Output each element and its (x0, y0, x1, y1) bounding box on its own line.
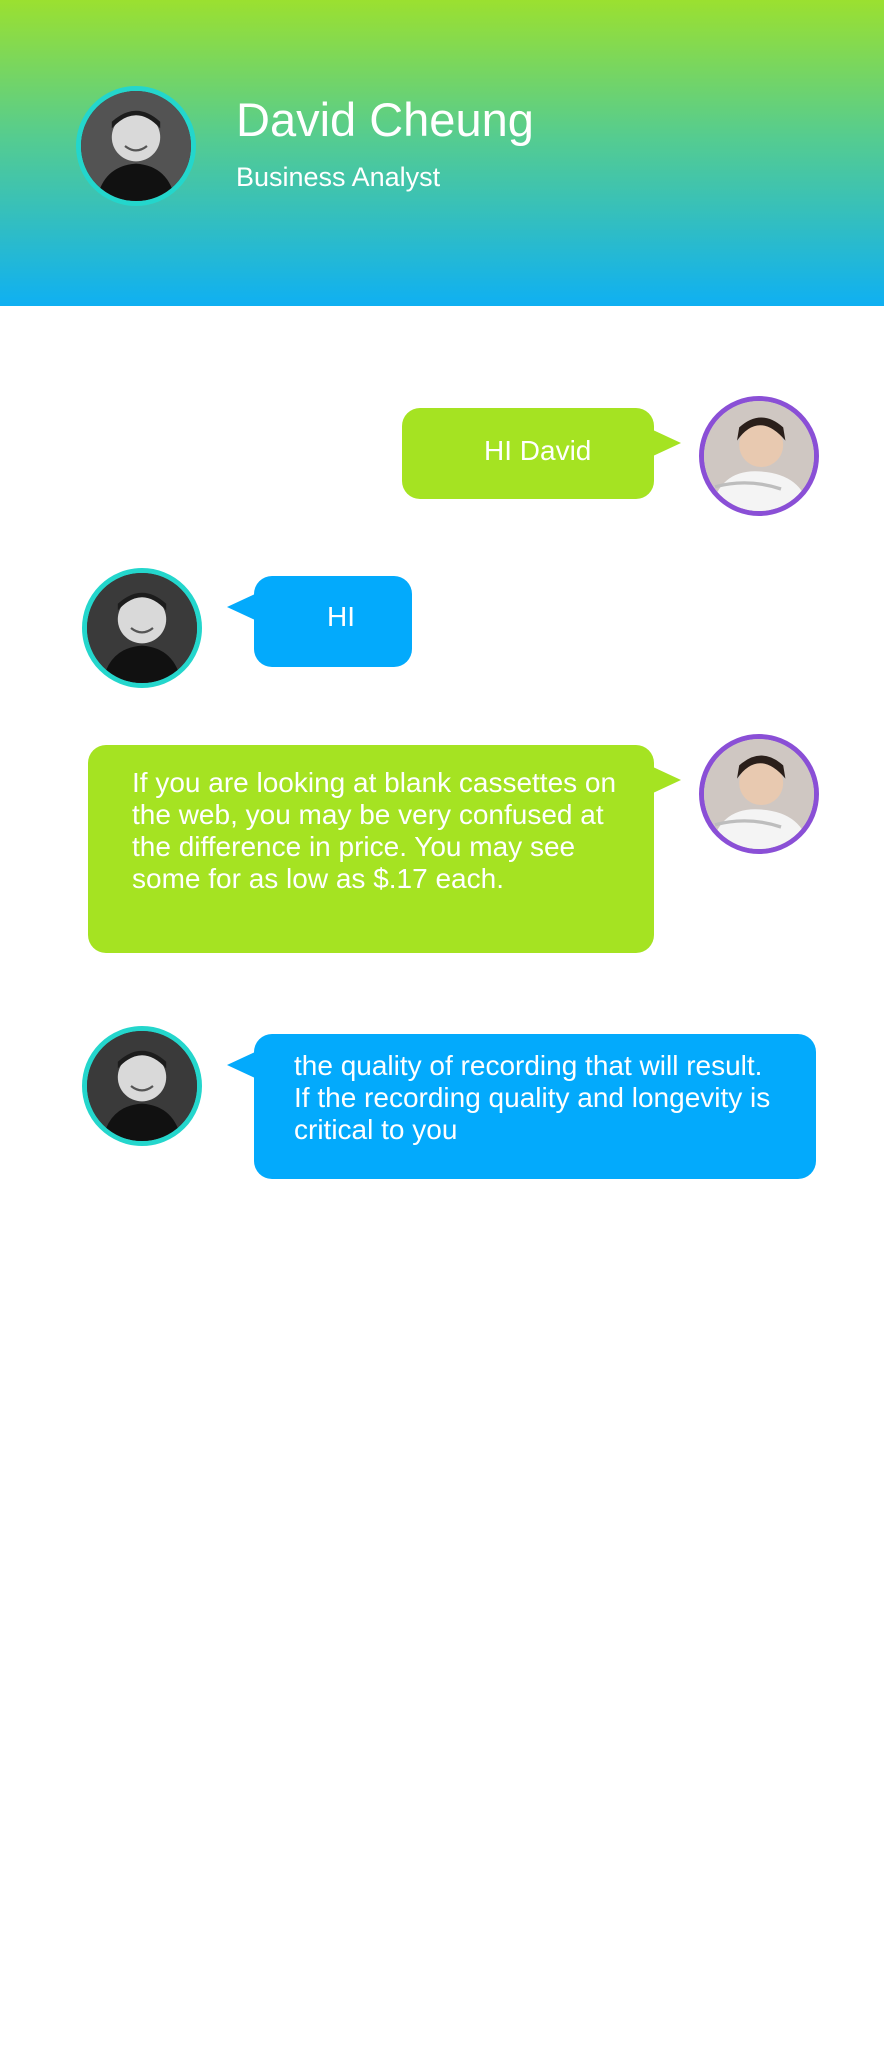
outgoing-message-bubble[interactable]: HI David (402, 408, 681, 499)
person-photo-icon (87, 1031, 197, 1141)
message-text: HI David (484, 435, 592, 466)
chat-header: David Cheung Business Analyst (0, 0, 884, 306)
outgoing-message-bubble[interactable]: If you are looking at blank cassettes on… (88, 745, 681, 953)
incoming-message-bubble[interactable]: the quality of recording that will resul… (227, 1034, 816, 1179)
user-avatar[interactable] (699, 734, 819, 854)
contact-title: Business Analyst (236, 162, 441, 192)
person-photo-icon (87, 573, 197, 683)
message-text: the quality of recording that will resul… (294, 1050, 771, 1145)
person-photo-icon (81, 91, 191, 201)
user-avatar[interactable] (699, 396, 819, 516)
contact-avatar[interactable] (82, 568, 202, 688)
bubble-tail (227, 594, 255, 620)
bubble-tail (227, 1052, 255, 1078)
incoming-message-bubble[interactable]: HI (227, 576, 412, 667)
person-photo-icon (704, 401, 814, 511)
contact-name: David Cheung (236, 93, 534, 146)
contact-avatar[interactable] (76, 86, 196, 206)
bubble-tail (653, 430, 681, 456)
contact-avatar[interactable] (82, 1026, 202, 1146)
message-text: HI (327, 601, 355, 632)
person-photo-icon (704, 739, 814, 849)
message-text: If you are looking at blank cassettes on… (132, 767, 617, 894)
bubble-tail (653, 767, 681, 793)
